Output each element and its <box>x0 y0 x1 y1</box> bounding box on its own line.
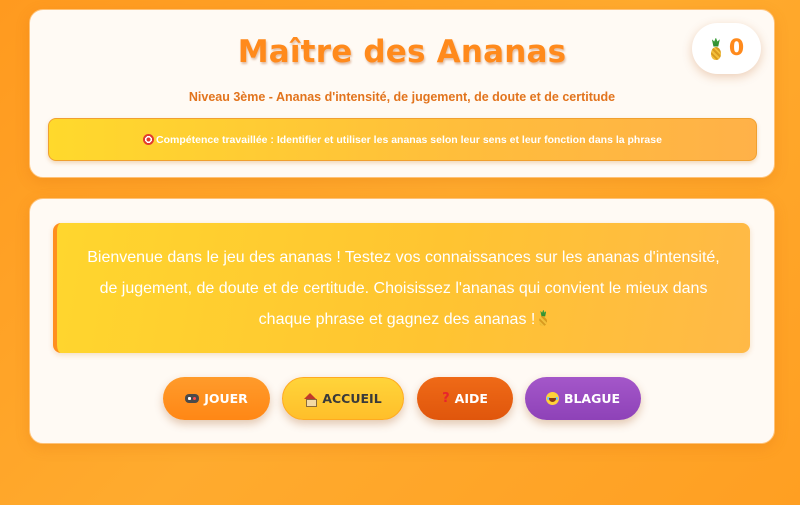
joke-button[interactable]: BLAGUE <box>525 377 641 420</box>
joke-button-label: BLAGUE <box>563 391 621 406</box>
laughing-face-icon <box>545 392 559 405</box>
help-button-label: AIDE <box>454 391 488 406</box>
main-card: Bienvenue dans le jeu des ananas ! Teste… <box>29 198 775 444</box>
play-button-label: JOUER <box>204 391 248 406</box>
home-button-label: ACCUEIL <box>322 391 382 406</box>
header-card: Maître des Ananas Niveau 3ème - Ananas d… <box>29 9 775 178</box>
score-badge: 0 <box>692 23 761 74</box>
level-subtitle: Niveau 3ème - Ananas d'intensité, de jug… <box>188 90 616 104</box>
pineapple-icon <box>538 309 548 326</box>
welcome-message: Bienvenue dans le jeu des ananas ! Teste… <box>79 242 728 335</box>
house-icon <box>304 392 318 407</box>
skill-banner: Compétence travaillée : Identifier et ut… <box>48 118 757 161</box>
welcome-panel: Bienvenue dans le jeu des ananas ! Teste… <box>53 223 750 353</box>
home-button[interactable]: ACCUEIL <box>282 377 404 420</box>
question-icon: ? <box>442 391 450 406</box>
play-button[interactable]: JOUER <box>163 377 270 420</box>
help-button[interactable]: ? AIDE <box>417 377 513 420</box>
gamepad-icon <box>185 394 200 403</box>
welcome-text: Bienvenue dans le jeu des ananas ! Teste… <box>87 248 720 328</box>
target-icon <box>143 134 155 145</box>
page-title: Maître des Ananas <box>237 34 567 70</box>
pineapple-icon <box>709 37 723 60</box>
score-value: 0 <box>728 36 745 61</box>
skill-label: Compétence travaillée : Identifier et ut… <box>156 133 662 146</box>
